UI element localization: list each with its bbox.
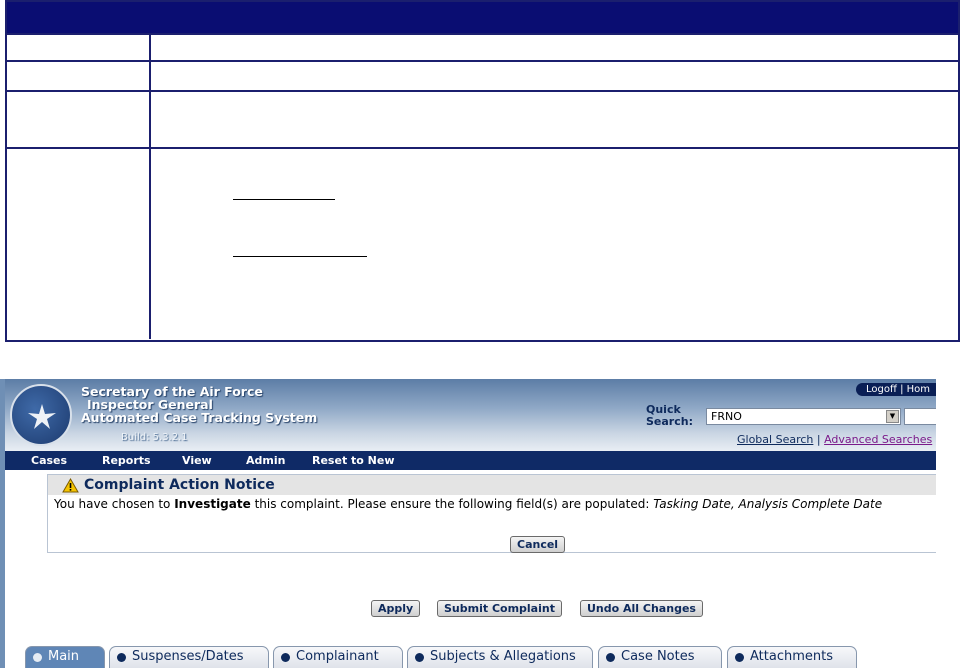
bullet-icon [281,653,290,662]
bullet-icon [735,653,744,662]
tab-subjects-allegations[interactable]: Subjects & Allegations [407,646,593,668]
notice-message-text: You have chosen to [54,497,175,511]
global-search-link[interactable]: Global Search [737,433,813,446]
menu-reset-to-new[interactable]: Reset to New [312,454,395,467]
blank-underline [233,199,335,200]
tab-case-notes[interactable]: Case Notes [598,646,722,668]
notice-message-fields: Tasking Date, Analysis Complete Date [653,497,883,511]
main-menu-bar: Cases Reports View Admin Reset to New [5,451,936,470]
search-links: Global Search | Advanced Searches [737,433,932,446]
menu-reports[interactable]: Reports [102,454,151,467]
case-tabs: Main Suspenses/Dates Complainant Subject… [23,642,936,668]
tab-main[interactable]: Main [25,646,105,668]
chevron-down-icon[interactable]: ▼ [886,410,899,423]
quick-search-type-value: FRNO [711,410,742,423]
undo-all-changes-button[interactable]: Undo All Changes [580,600,703,617]
document-table-label-cell [7,149,151,339]
air-force-seal-icon [10,384,72,446]
notice-message-text: this complaint. Please ensure the follow… [250,497,654,511]
document-table-row [7,33,958,60]
blank-underline [233,256,367,257]
air-force-wings-icon [28,404,56,429]
tab-label: Complainant [296,649,379,664]
tab-label: Subjects & Allegations [430,649,576,664]
quick-search-label: Quick Search: [646,404,693,428]
notice-title: Complaint Action Notice [84,477,275,493]
submit-complaint-button[interactable]: Submit Complaint [437,600,562,617]
app-header: Secretary of the Air Force Inspector Gen… [5,379,936,451]
quick-search-label-line: Search: [646,415,693,428]
app-brand: Secretary of the Air Force Inspector Gen… [81,385,317,424]
bullet-icon [117,653,126,662]
notice-message-action: Investigate [174,497,251,511]
apply-button[interactable]: Apply [371,600,421,617]
tab-label: Main [48,649,80,664]
document-table-header [7,2,958,33]
app-window: Secretary of the Air Force Inspector Gen… [0,379,936,668]
cancel-button[interactable]: Cancel [510,536,566,553]
tab-suspenses-dates[interactable]: Suspenses/Dates [109,646,269,668]
quick-search-input[interactable] [904,408,936,425]
document-table-label-cell [7,62,151,90]
menu-view[interactable]: View [182,454,212,467]
document-table-row [7,90,958,147]
document-table-row [7,60,958,90]
build-version: Build: 5.3.2.1 [121,432,188,443]
tab-label: Suspenses/Dates [132,649,244,664]
link-separator: | [813,433,825,446]
bullet-icon [415,653,424,662]
brand-line: Automated Case Tracking System [81,410,318,425]
document-table [5,0,960,342]
notice-message: You have chosen to Investigate this comp… [54,497,882,511]
warning-icon [62,478,79,493]
tab-attachments[interactable]: Attachments [727,646,857,668]
quick-search-type-select[interactable]: FRNO ▼ [706,408,901,425]
menu-cases[interactable]: Cases [31,454,67,467]
document-table-label-cell [7,92,151,147]
document-table-label-cell [7,35,151,60]
tab-label: Case Notes [621,649,695,664]
menu-admin[interactable]: Admin [246,454,285,467]
document-table-row [7,147,958,339]
logoff-link[interactable]: Logoff | Hom [856,383,936,396]
bullet-icon [33,653,42,662]
advanced-searches-link[interactable]: Advanced Searches [824,433,932,446]
notice-title-bar: Complaint Action Notice [48,475,936,495]
tab-complainant[interactable]: Complainant [273,646,403,668]
tab-label: Attachments [750,649,833,664]
bullet-icon [606,653,615,662]
complaint-action-notice: Complaint Action Notice You have chosen … [47,474,936,553]
